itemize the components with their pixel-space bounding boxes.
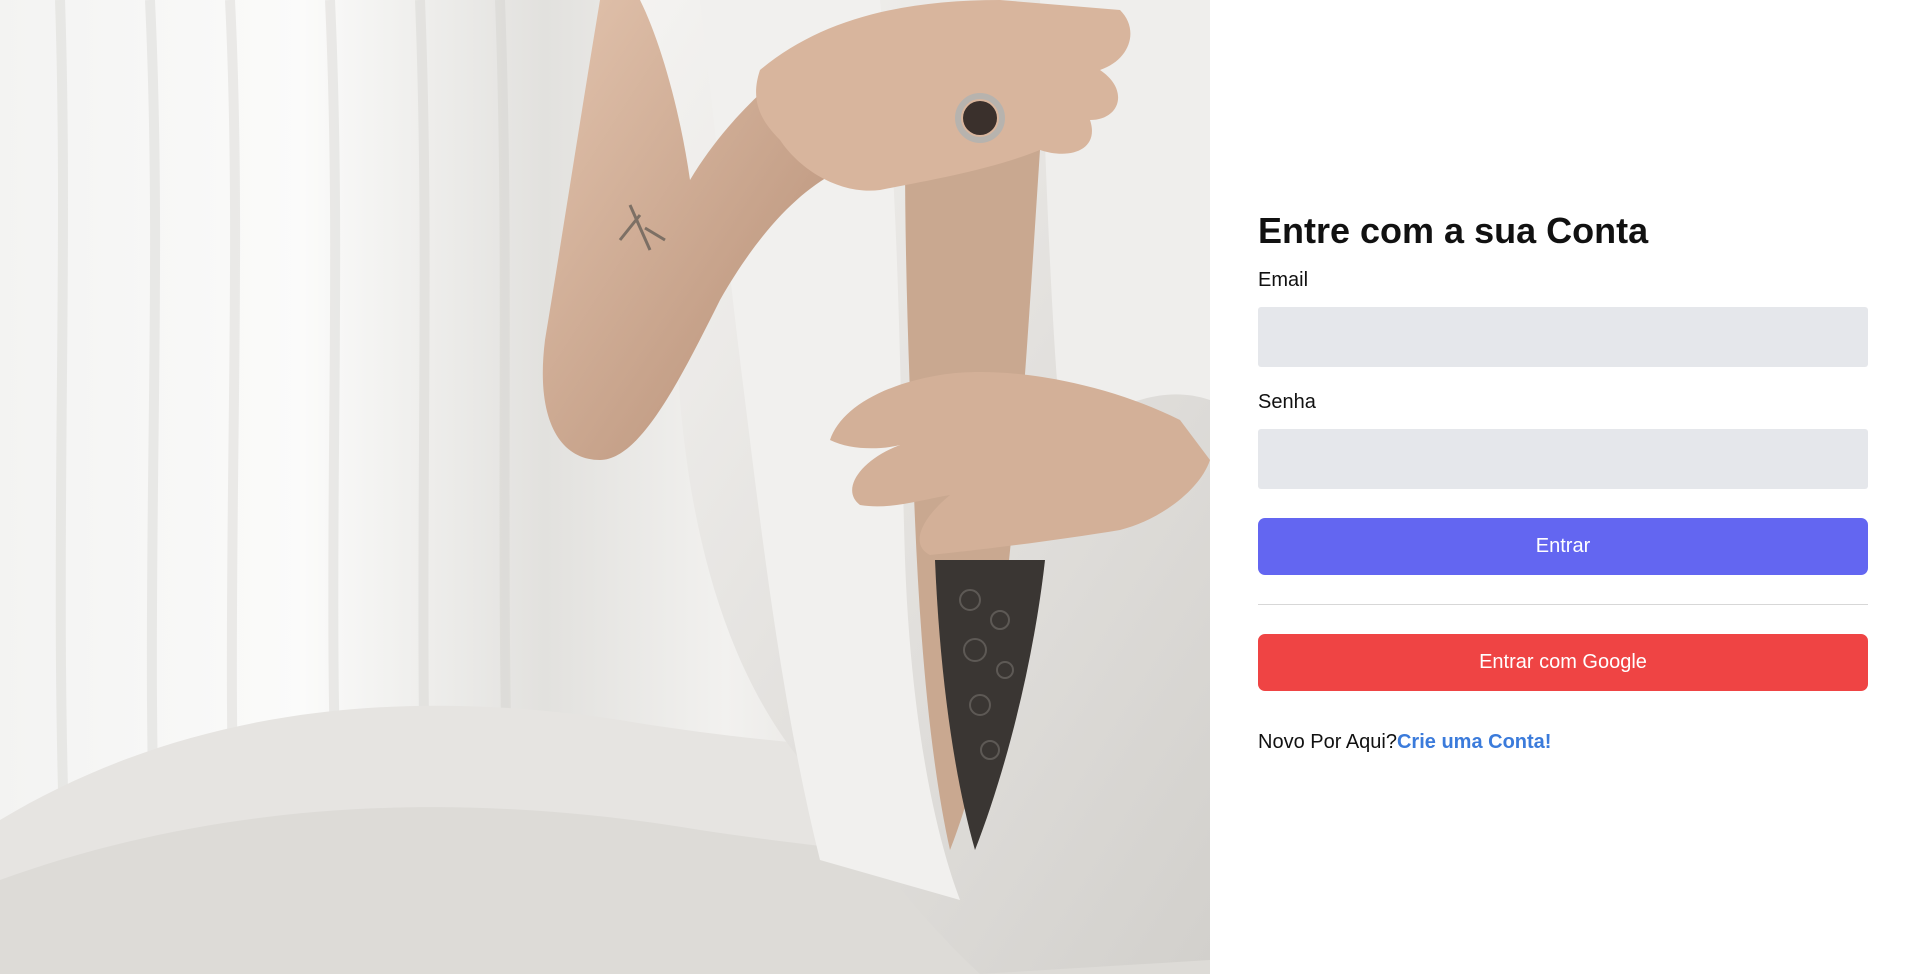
login-form: Entre com a sua Conta Email Senha Entrar… [1258, 205, 1868, 754]
email-label: Email [1258, 269, 1309, 291]
page-title: Entre com a sua Conta [1258, 210, 1649, 251]
submit-button[interactable]: Entrar [1258, 518, 1868, 575]
password-field[interactable] [1258, 429, 1868, 489]
google-login-button[interactable]: Entrar com Google [1258, 634, 1868, 691]
hero-photo [0, 0, 1210, 974]
password-label: Senha [1258, 391, 1316, 413]
signup-prompt: Novo Por Aqui? [1258, 731, 1397, 753]
login-page: Entre com a sua Conta Email Senha Entrar… [0, 0, 1920, 974]
hero-photo-illustration [0, 0, 1210, 974]
divider [1258, 604, 1868, 605]
signup-link[interactable]: Crie uma Conta! [1397, 731, 1551, 753]
email-field[interactable] [1258, 307, 1868, 367]
signup-row: Novo Por Aqui?Crie uma Conta! [1258, 730, 1868, 754]
